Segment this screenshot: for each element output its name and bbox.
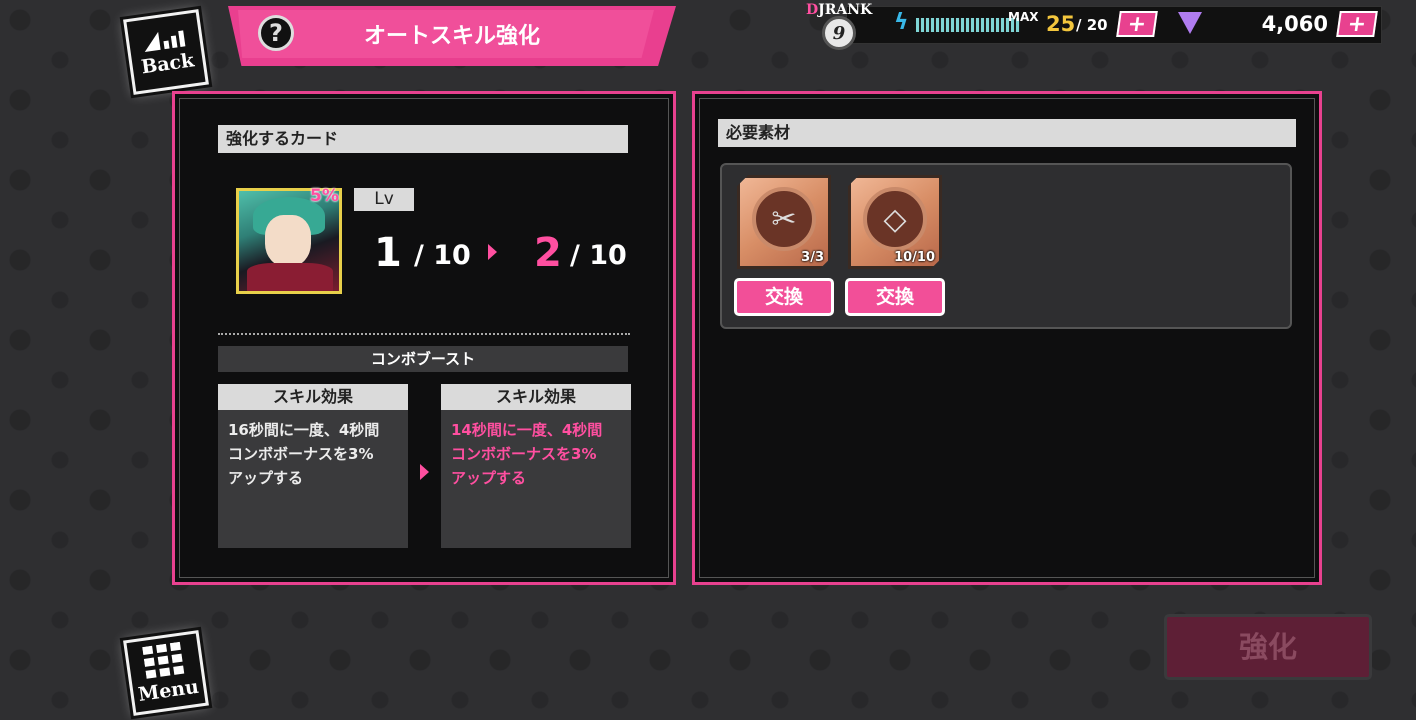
- gem-count: 4,060: [1261, 12, 1328, 36]
- current-skill-box: スキル効果 16秒間に一度、4秒間 コンボボーナスを3% アップする: [218, 384, 408, 548]
- skill-name: コンボブースト: [218, 346, 628, 372]
- arrow-right-icon: [420, 464, 429, 480]
- stamina-current: 25: [1046, 12, 1076, 36]
- stamina-max: / 20: [1076, 16, 1108, 34]
- next-skill-text: 14秒間に一度、4秒間 コンボボーナスを3% アップする: [451, 421, 603, 487]
- current-skill-text: 16秒間に一度、4秒間 コンボボーナスを3% アップする: [228, 421, 380, 487]
- enhance-button[interactable]: 強化: [1164, 614, 1372, 680]
- menu-button[interactable]: Menu: [123, 630, 209, 716]
- divider: [218, 333, 630, 335]
- stamina-max-label: MAX: [1008, 10, 1039, 24]
- exchange-button[interactable]: 交換: [845, 278, 945, 316]
- next-skill-header: スキル効果: [441, 384, 631, 410]
- grid-icon: [142, 641, 185, 679]
- material-item[interactable]: ◇ 10/10: [848, 175, 942, 269]
- help-icon[interactable]: ?: [258, 15, 294, 51]
- level-label: Lv: [354, 188, 414, 211]
- material-count: 10/10: [894, 250, 935, 265]
- rank-disc-icon: 9: [822, 16, 856, 50]
- stamina-bar: [916, 18, 1020, 32]
- card-percent-badge: 5%: [310, 186, 339, 206]
- back-label: Back: [139, 49, 196, 79]
- material-item[interactable]: ✂ 3/3: [737, 175, 831, 269]
- next-skill-box: スキル効果 14秒間に一度、4秒間 コンボボーナスを3% アップする: [441, 384, 631, 548]
- current-skill-header: スキル効果: [218, 384, 408, 410]
- arrow-right-icon: [488, 244, 497, 260]
- add-stamina-button[interactable]: +: [1116, 11, 1158, 37]
- lightning-icon: ϟ: [894, 10, 909, 35]
- gem-icon: [1178, 12, 1202, 34]
- level-next: 2: [534, 230, 562, 276]
- exchange-button[interactable]: 交換: [734, 278, 834, 316]
- material-count: 3/3: [801, 250, 824, 265]
- scissors-icon: ✂: [752, 187, 816, 251]
- level-next-max: / 10: [570, 240, 627, 271]
- page-title: オートスキル強化: [363, 24, 540, 49]
- back-button[interactable]: Back: [123, 9, 209, 95]
- diamond-icon: ◇: [863, 187, 927, 251]
- level-current-max: / 10: [414, 240, 471, 271]
- level-current: 1: [374, 230, 402, 276]
- card-section-header: 強化するカード: [218, 125, 628, 153]
- add-gem-button[interactable]: +: [1336, 11, 1378, 37]
- materials-section-header: 必要素材: [718, 119, 1296, 147]
- title-banner: オートスキル強化: [228, 6, 676, 66]
